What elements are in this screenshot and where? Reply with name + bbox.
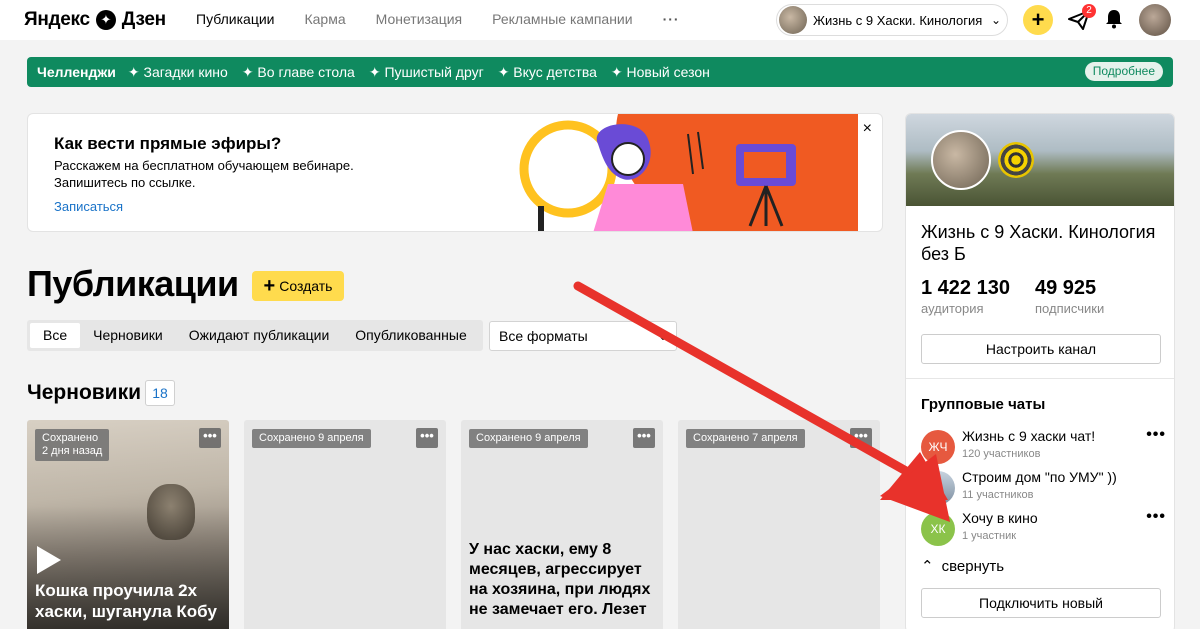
notifications-badge: 2 — [1082, 4, 1096, 18]
panel-channel-name[interactable]: Жизнь с 9 Хаски. Кинология без Б — [921, 221, 1161, 265]
play-icon — [37, 546, 61, 574]
connect-new-button[interactable]: Подключить новый — [921, 588, 1161, 618]
group-chats-heading: Групповые чаты — [921, 396, 1046, 413]
draft-card[interactable]: Сохранено 9 апреля ••• — [244, 420, 446, 629]
challenges-more-button[interactable]: Подробнее — [1084, 62, 1163, 81]
publication-tabs: Все Черновики Ожидают публикации Опублик… — [27, 320, 483, 351]
configure-channel-button[interactable]: Настроить канал — [921, 334, 1161, 364]
card-title: У нас хаски, ему 8 месяцев, агрессирует … — [469, 541, 651, 618]
banner-text: Расскажем на бесплатном обучающем вебина… — [54, 158, 354, 190]
chat-item[interactable]: ЖЧ Жизнь с 9 хаски чат! 120 участников •… — [921, 426, 1166, 468]
chat-item[interactable]: ХК Хочу в кино 1 участник ••• — [921, 508, 1166, 550]
chat-name: Хочу в кино — [962, 510, 1038, 526]
subscribers-value: 49 925 — [1035, 277, 1097, 299]
bell-icon[interactable] — [1105, 9, 1123, 34]
collapse-button[interactable]: ⌃ свернуть — [921, 557, 1005, 576]
chat-menu-button[interactable]: ••• — [1146, 426, 1166, 444]
channel-selector[interactable]: Жизнь с 9 Хаски. Кинология без Б ⌄ — [776, 4, 1008, 36]
banner-illustration — [519, 114, 858, 231]
plus-icon: + — [263, 275, 276, 297]
challenge-item[interactable]: ✦ Во главе стола — [242, 64, 355, 81]
webinar-banner: Как вести прямые эфиры? Расскажем на бес… — [27, 113, 883, 232]
chat-avatar: ХК — [921, 512, 955, 546]
top-header: Яндекс ✦ Дзен Публикации Карма Монетизац… — [0, 0, 1200, 40]
tab-published[interactable]: Опубликованные — [342, 323, 479, 348]
drafts-heading: Черновики — [27, 381, 142, 404]
logo-suffix: Дзен — [121, 9, 166, 30]
main-nav: Публикации Карма Монетизация Рекламные к… — [196, 11, 710, 27]
card-menu-button[interactable]: ••• — [416, 428, 438, 448]
draft-card[interactable]: Сохранено 7 апреля ••• — [678, 420, 880, 629]
card-menu-button[interactable]: ••• — [850, 428, 872, 448]
format-select-value: Все форматы — [499, 328, 588, 344]
challenge-item[interactable]: ✦ Новый сезон — [611, 64, 710, 81]
nav-monetization[interactable]: Монетизация — [376, 11, 463, 27]
draft-card[interactable]: Сохранено 9 апреля ••• У нас хаски, ему … — [461, 420, 663, 629]
create-button-label: Создать — [279, 278, 333, 294]
chat-members: 120 участников — [962, 448, 1041, 460]
format-select[interactable]: Все форматы ⌄ — [489, 321, 677, 351]
create-plus-button[interactable]: + — [1023, 5, 1053, 35]
chat-name: Строим дом "по УМУ" )) — [962, 469, 1117, 485]
card-menu-button[interactable]: ••• — [199, 428, 221, 448]
channel-avatar — [779, 6, 807, 34]
tab-pending[interactable]: Ожидают публикации — [176, 323, 343, 348]
channel-avatar[interactable] — [931, 130, 991, 190]
chat-avatar: ЖЧ — [921, 430, 955, 464]
saved-tag: Сохранено 9 апреля — [252, 429, 371, 448]
banner-title: Как вести прямые эфиры? — [54, 134, 282, 153]
channel-cover — [906, 114, 1174, 206]
collapse-label: свернуть — [941, 557, 1005, 575]
banner-signup-link[interactable]: Записаться — [54, 199, 123, 214]
nav-ad-campaigns[interactable]: Рекламные кампании — [492, 11, 632, 27]
story-ring-icon — [998, 142, 1034, 178]
tab-drafts[interactable]: Черновики — [80, 323, 176, 348]
audience-value: 1 422 130 — [921, 277, 1010, 299]
nav-publications[interactable]: Публикации — [196, 11, 274, 27]
subscribers-label: подписчики — [1035, 301, 1105, 316]
chat-name: Жизнь с 9 хаски чат! — [962, 428, 1096, 444]
chat-item[interactable]: Строим дом "по УМУ" )) 11 участников — [921, 469, 1166, 509]
channel-selector-label: Жизнь с 9 Хаски. Кинология без Б — [813, 12, 985, 28]
challenges-title[interactable]: Челленджи — [37, 64, 116, 80]
challenge-item[interactable]: ✦ Вкус детства — [498, 64, 597, 81]
chevron-up-icon: ⌃ — [921, 558, 934, 575]
tab-all[interactable]: Все — [30, 323, 81, 348]
challenge-item[interactable]: ✦ Пушистый друг — [369, 64, 484, 81]
challenge-item[interactable]: ✦ Загадки кино — [128, 64, 228, 81]
chat-members: 1 участник — [962, 530, 1017, 542]
card-title: Кошка проучила 2х хаски, шуганула Кобу — [35, 581, 217, 621]
page-title: Публикации — [27, 263, 239, 304]
user-avatar[interactable] — [1139, 4, 1171, 36]
yandex-zen-logo[interactable]: Яндекс ✦ Дзен — [24, 9, 166, 31]
close-icon[interactable]: × — [863, 120, 872, 138]
create-button[interactable]: + Создать — [252, 271, 344, 301]
saved-tag: Сохранено 2 дня назад — [35, 429, 110, 461]
card-menu-button[interactable]: ••• — [633, 428, 655, 448]
nav-karma[interactable]: Карма — [304, 11, 345, 27]
channel-panel: Жизнь с 9 Хаски. Кинология без Б 1 422 1… — [905, 113, 1175, 629]
drafts-count-badge[interactable]: 18 — [145, 380, 175, 406]
saved-tag: Сохранено 7 апреля — [686, 429, 805, 448]
divider — [906, 378, 1174, 379]
draft-card[interactable]: Сохранено 2 дня назад ••• Кошка проучила… — [27, 420, 229, 629]
chat-menu-button[interactable]: ••• — [1146, 508, 1166, 526]
audience-label: аудитория — [921, 301, 984, 316]
chevron-down-icon: ⌄ — [657, 329, 668, 343]
saved-tag: Сохранено 9 апреля — [469, 429, 588, 448]
logo-text: Яндекс — [24, 9, 90, 30]
challenges-bar: Челленджи ✦ Загадки кино ✦ Во главе стол… — [27, 57, 1173, 87]
chevron-down-icon: ⌄ — [990, 13, 1002, 27]
chat-avatar — [921, 471, 955, 505]
nav-more-button[interactable]: ··· — [663, 11, 680, 27]
zen-star-icon: ✦ — [95, 10, 116, 30]
chat-members: 11 участников — [962, 489, 1034, 501]
